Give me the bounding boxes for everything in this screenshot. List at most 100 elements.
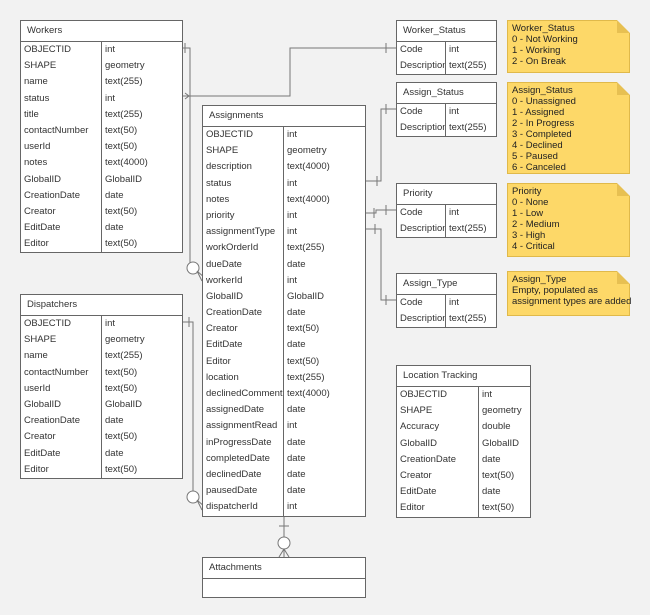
- field-row[interactable]: notes text(4000): [203, 191, 365, 208]
- field-row[interactable]: description text(4000): [203, 159, 365, 176]
- field-row[interactable]: status int: [203, 175, 365, 192]
- field-row[interactable]: OBJECTID int: [397, 387, 530, 404]
- field-row[interactable]: Description text(255): [397, 58, 496, 75]
- field-row[interactable]: EditDate date: [21, 445, 182, 462]
- field-row[interactable]: Editor text(50): [21, 461, 182, 478]
- field-type: date: [482, 453, 501, 465]
- field-row[interactable]: Accuracy double: [397, 419, 530, 436]
- note-worker-status[interactable]: Worker_Status 0 - Not Working 1 - Working 2…: [507, 20, 630, 73]
- entity-title: Dispatchers: [21, 295, 182, 316]
- field-type: date: [105, 447, 124, 459]
- field-row[interactable]: assignedDate date: [203, 402, 365, 419]
- field-name: Creator: [21, 429, 102, 446]
- note-line: 1 - Low: [512, 208, 544, 219]
- field-row[interactable]: notes text(4000): [21, 155, 182, 172]
- field-row[interactable]: GlobalID GlobalID: [397, 435, 530, 452]
- field-row[interactable]: title text(255): [21, 106, 182, 123]
- field-row[interactable]: userId text(50): [21, 380, 182, 397]
- field-row[interactable]: completedDate date: [203, 450, 365, 467]
- entity-title: Worker_Status: [397, 21, 496, 42]
- field-name: description: [203, 159, 284, 176]
- field-row[interactable]: SHAPE geometry: [397, 403, 530, 420]
- field-row[interactable]: EditDate date: [203, 337, 365, 354]
- field-row[interactable]: Code int: [397, 205, 496, 222]
- field-row[interactable]: dueDate date: [203, 256, 365, 273]
- field-list: OBJECTID int SHAPE geometry description text(…: [203, 127, 365, 516]
- field-row[interactable]: Description text(255): [397, 311, 496, 328]
- entity-worker-status[interactable]: Worker_Status Code int Description text(255…: [396, 20, 497, 76]
- field-row[interactable]: OBJECTID int: [203, 127, 365, 144]
- field-row[interactable]: SHAPE geometry: [21, 332, 182, 349]
- field-row[interactable]: GlobalID GlobalID: [21, 171, 182, 188]
- entity-title: Assign_Status: [397, 83, 496, 104]
- field-row[interactable]: CreationDate date: [21, 413, 182, 430]
- field-row[interactable]: userId text(50): [21, 139, 182, 156]
- entity-priority[interactable]: Priority Code int Description text(255): [396, 183, 497, 239]
- field-row[interactable]: status int: [21, 90, 182, 107]
- field-list: OBJECTID int SHAPE geometry Accuracy double Gl…: [397, 387, 530, 517]
- field-row[interactable]: assignmentRead int: [203, 418, 365, 435]
- field-row[interactable]: name text(255): [21, 74, 182, 91]
- field-row[interactable]: name text(255): [21, 348, 182, 365]
- field-name: OBJECTID: [203, 127, 284, 144]
- field-row[interactable]: Code int: [397, 295, 496, 312]
- field-row[interactable]: priority int: [203, 207, 365, 225]
- field-row[interactable]: Code int: [397, 104, 496, 121]
- field-row[interactable]: Editor text(50): [21, 236, 182, 253]
- field-row[interactable]: OBJECTID int: [21, 42, 182, 59]
- field-row[interactable]: CreationDate date: [21, 187, 182, 204]
- field-row[interactable]: Creator text(50): [21, 203, 182, 221]
- field-name: title: [21, 106, 102, 123]
- field-row[interactable]: Description text(255): [397, 221, 496, 238]
- field-row[interactable]: declinedDate date: [203, 466, 365, 484]
- link-dispatchers-assignments[interactable]: [182, 321, 194, 492]
- entity-assignments[interactable]: Assignments OBJECTID int SHAPE geometry desc…: [202, 105, 366, 517]
- field-row[interactable]: SHAPE geometry: [203, 143, 365, 160]
- entity-assign-status[interactable]: Assign_Status Code int Description text(255…: [396, 82, 497, 138]
- field-row[interactable]: workOrderId text(255): [203, 240, 365, 257]
- link-assignments-assignstatus[interactable]: [366, 108, 396, 182]
- field-row[interactable]: Editor text(50): [397, 500, 530, 517]
- field-row[interactable]: pausedDate date: [203, 483, 365, 500]
- field-row[interactable]: CreationDate date: [203, 305, 365, 322]
- note-assign-status[interactable]: Assign_Status 0 - Unassigned 1 - Assigned 2…: [507, 82, 630, 174]
- link-assignments-priority[interactable]: [366, 209, 396, 214]
- link-assignments-assigntype[interactable]: [366, 228, 396, 301]
- note-fold: [617, 20, 630, 33]
- field-row[interactable]: contactNumber text(50): [21, 364, 182, 381]
- field-row[interactable]: declinedComment text(4000): [203, 386, 365, 403]
- field-row[interactable]: EditDate date: [397, 484, 530, 501]
- field-row[interactable]: SHAPE geometry: [21, 58, 182, 75]
- entity-assign-type[interactable]: Assign_Type Code int Description text(255): [396, 273, 497, 329]
- field-row[interactable]: GlobalID GlobalID: [21, 396, 182, 414]
- note-priority[interactable]: Priority 0 - None 1 - Low 2 - Medium 3 - Hig…: [507, 183, 630, 257]
- note-line: 2 - On Break: [512, 56, 566, 67]
- field-row[interactable]: inProgressDate date: [203, 434, 365, 451]
- field-row[interactable]: Code int: [397, 42, 496, 59]
- link-workers-assignments[interactable]: [182, 47, 191, 268]
- field-row[interactable]: CreationDate date: [397, 451, 530, 468]
- field-row[interactable]: Description text(255): [397, 120, 496, 137]
- field-name: Description: [397, 311, 446, 328]
- field-row[interactable]: Creator text(50): [21, 429, 182, 446]
- field-type: date: [287, 339, 306, 351]
- link-workers-workerstatus[interactable]: [182, 47, 396, 97]
- entity-location-tracking[interactable]: Location Tracking OBJECTID int SHAPE geomet…: [396, 365, 531, 518]
- field-row[interactable]: Editor text(50): [203, 353, 365, 370]
- note-assign-type[interactable]: Assign_Type Empty, populated as assignment…: [507, 271, 631, 316]
- field-type: date: [287, 468, 306, 480]
- entity-workers[interactable]: Workers OBJECTID int SHAPE geometry name text…: [20, 20, 183, 254]
- entity-dispatchers[interactable]: Dispatchers OBJECTID int SHAPE geometry name…: [20, 294, 183, 479]
- field-row[interactable]: workerId int: [203, 272, 365, 289]
- field-row[interactable]: assignmentType int: [203, 224, 365, 241]
- entity-attachments[interactable]: Attachments: [202, 557, 366, 598]
- field-row[interactable]: location text(255): [203, 369, 365, 386]
- field-row[interactable]: Creator text(50): [397, 467, 530, 485]
- field-row[interactable]: contactNumber text(50): [21, 122, 182, 140]
- field-row[interactable]: GlobalID GlobalID: [203, 288, 365, 306]
- field-row[interactable]: OBJECTID int: [21, 316, 182, 333]
- field-row[interactable]: dispatcherId int: [203, 499, 365, 516]
- field-row[interactable]: EditDate date: [21, 220, 182, 237]
- field-row[interactable]: Creator text(50): [203, 321, 365, 338]
- field-type: text(255): [449, 223, 487, 235]
